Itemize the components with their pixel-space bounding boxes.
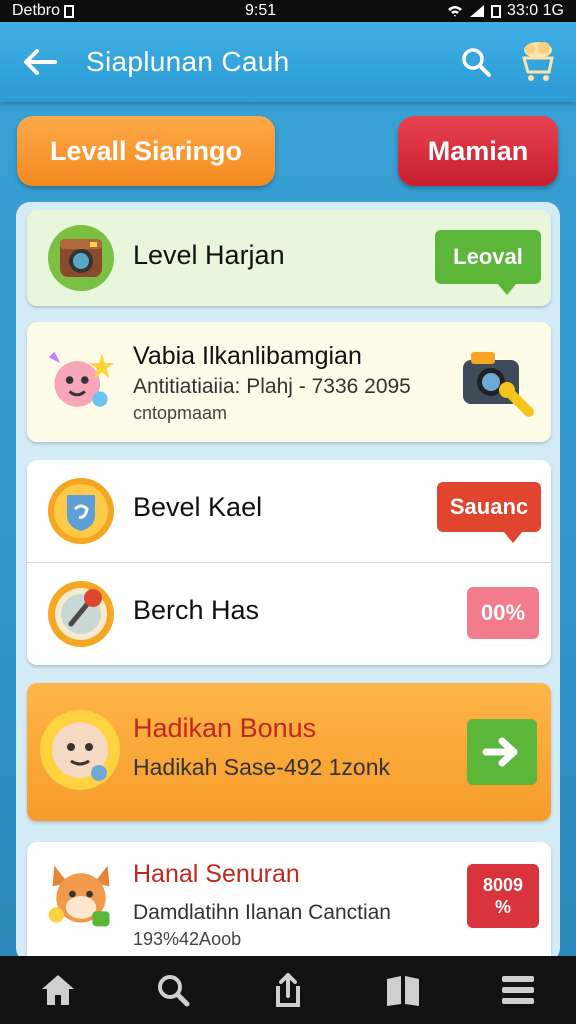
battery-icon [491, 4, 502, 18]
book-icon [387, 976, 420, 1006]
card-title: Level Harjan [133, 240, 285, 270]
level-button[interactable]: Levall Siaringo [17, 116, 275, 186]
status-left: Detbro [12, 2, 75, 20]
page-title: Siaplunan Cauh [86, 46, 290, 77]
chef-cart-icon [522, 42, 554, 81]
card-text: Hanal Senuran Damdlatihn Ilanan Canctian… [133, 860, 431, 950]
camera-key-icon[interactable] [457, 342, 537, 422]
bottom-nav [0, 956, 576, 1024]
arrow-right-icon [482, 737, 518, 767]
shield-badge-icon [43, 473, 119, 549]
card-subtitle-secondary: 193%42Aoob [133, 929, 242, 949]
status-badge[interactable]: Leoval [435, 230, 541, 284]
list-item[interactable]: Berch Has 00% [27, 563, 551, 665]
list-item[interactable]: Bevel Kael Sauanc [27, 460, 551, 562]
card-text: Vabia Ilkanlibamgian Antitiatiaiia: Plah… [133, 342, 431, 424]
status-badge[interactable]: 00% [467, 587, 539, 639]
status-right-text: 33:0 1G [507, 2, 564, 19]
list-item[interactable]: Vabia Ilkanlibamgian Antitiatiaiia: Plah… [27, 322, 551, 442]
status-right: 33:0 1G [447, 2, 564, 20]
party-character-icon [43, 344, 119, 420]
search-icon [157, 975, 190, 1007]
badge-tail-icon [497, 283, 517, 295]
share-icon [275, 973, 300, 1007]
status-badge[interactable]: Sauanc [437, 482, 541, 532]
camera-icon [43, 220, 119, 296]
nav-book[interactable] [373, 960, 433, 1020]
nav-menu[interactable] [488, 960, 548, 1020]
card-text: Level Harjan [133, 240, 431, 271]
card-title: Berch Has [133, 595, 260, 625]
clock: 9:51 [244, 2, 277, 19]
nav-share[interactable] [258, 960, 318, 1020]
status-badge[interactable]: 8009 % [467, 864, 539, 928]
list-item[interactable]: Hanal Senuran Damdlatihn Ilanan Canctian… [27, 842, 551, 956]
card-title: Hanal Senuran [133, 860, 300, 888]
card-subtitle-secondary: cntopmaam [133, 403, 228, 423]
fox-character-icon [43, 858, 119, 934]
carrier-label: Detbro [12, 2, 61, 19]
nav-search[interactable] [143, 960, 203, 1020]
wifi-icon [448, 6, 463, 17]
card-subtitle: Hadikah Sase-492 1zonk [133, 754, 390, 780]
badge-tail-icon [503, 531, 523, 543]
home-icon [41, 975, 74, 1005]
card-title: Bevel Kael [133, 492, 263, 522]
signal-icon [470, 5, 485, 17]
card-text: Bevel Kael [133, 492, 431, 523]
app-header: Siaplunan Cauh [0, 22, 576, 102]
menu-icon [502, 976, 535, 1004]
card-title: Vabia Ilkanlibamgian [133, 342, 362, 370]
lion-character-icon [37, 707, 123, 793]
go-button[interactable] [467, 719, 537, 785]
back-arrow-icon [24, 49, 57, 75]
search-button[interactable] [454, 40, 498, 84]
status-bar: Detbro 9:51 33:0 1G [0, 0, 576, 22]
back-button[interactable] [20, 42, 60, 82]
card-text: Hadikan Bonus Hadikah Sase-492 1zonk [133, 713, 431, 781]
card-subtitle: Damdlatihn Ilanan Canctian [133, 901, 391, 924]
card-subtitle: Antitiatiaiia: Plahj - 7336 2095 [133, 375, 411, 398]
nav-home[interactable] [28, 960, 88, 1020]
manage-button[interactable]: Mamian [398, 116, 558, 186]
search-icon [462, 48, 491, 77]
list-item[interactable]: Level Harjan Leoval [27, 210, 551, 306]
bonus-card[interactable]: Hadikan Bonus Hadikah Sase-492 1zonk [27, 683, 551, 821]
notification-icon [64, 4, 75, 18]
compass-medal-icon [43, 576, 119, 652]
cart-button[interactable] [516, 40, 560, 84]
card-text: Berch Has [133, 595, 431, 626]
card-title: Hadikan Bonus [133, 713, 317, 743]
